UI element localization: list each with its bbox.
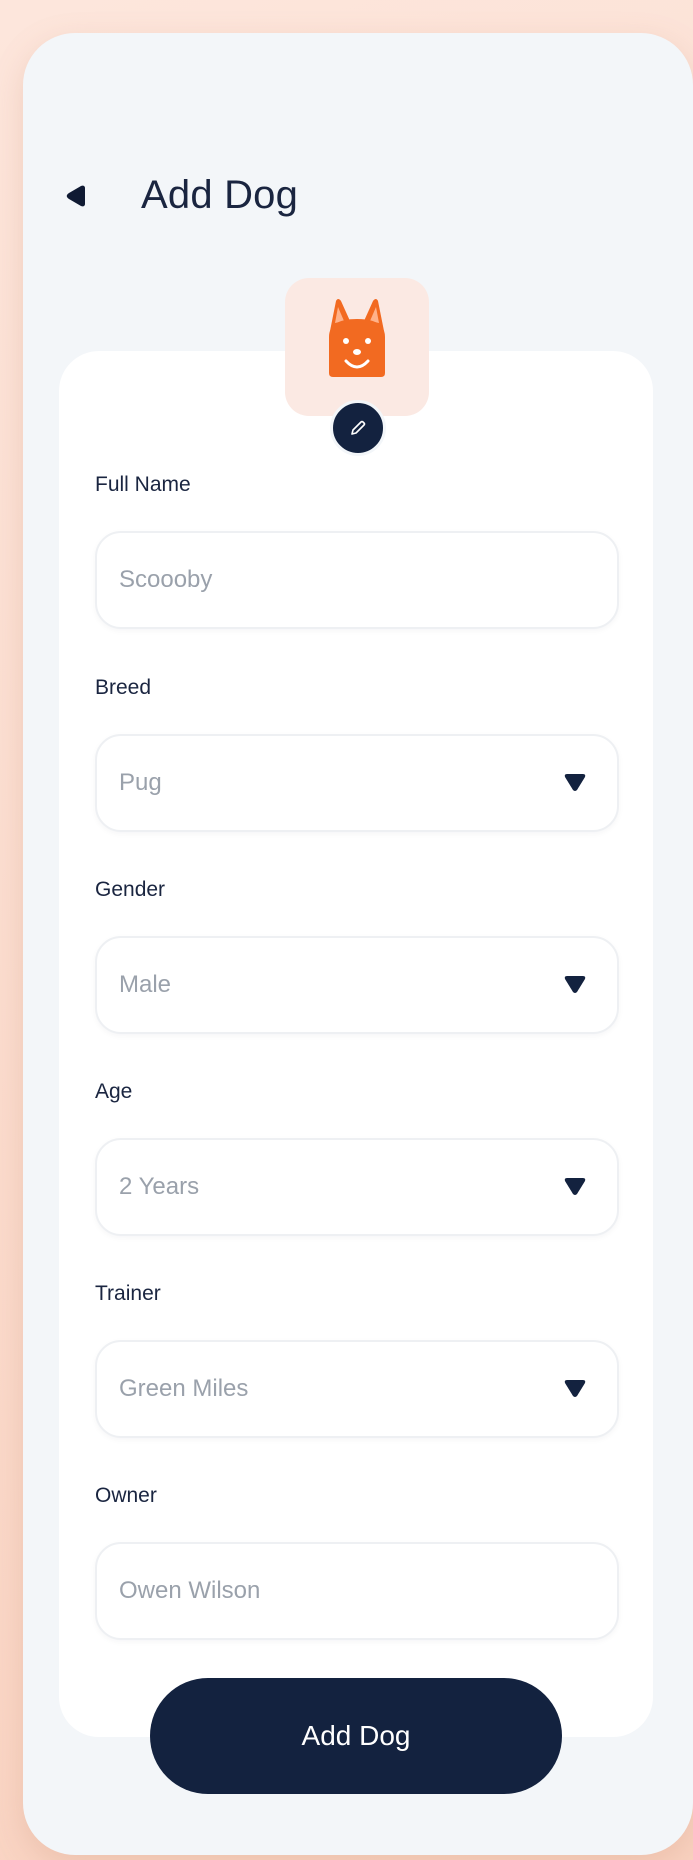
page-title: Add Dog [141, 173, 299, 217]
back-button[interactable] [65, 185, 87, 207]
owner-value: Owen Wilson [119, 1577, 261, 1604]
gender-label: Gender [95, 878, 166, 901]
full-name-input[interactable]: Scoooby [95, 531, 619, 629]
age-label: Age [95, 1080, 133, 1103]
age-select[interactable]: 2 Years [95, 1138, 619, 1236]
full-name-value: Scoooby [119, 566, 213, 593]
caret-down-icon [564, 976, 586, 993]
caret-down-icon [564, 1380, 586, 1397]
app-screen: Add Dog Full Name Scoooby Breed Pug Gend… [23, 33, 693, 1855]
caret-down-icon [564, 1178, 586, 1195]
caret-down-icon [564, 774, 586, 791]
back-arrow-icon [66, 185, 85, 207]
breed-value: Pug [119, 769, 162, 796]
edit-avatar-button[interactable] [330, 400, 386, 456]
add-dog-button[interactable]: Add Dog [150, 1678, 562, 1794]
trainer-select[interactable]: Green Miles [95, 1340, 619, 1438]
dog-face-icon [329, 299, 385, 377]
breed-select[interactable]: Pug [95, 734, 619, 832]
owner-label: Owner [95, 1484, 157, 1507]
full-name-label: Full Name [95, 473, 191, 496]
dog-avatar[interactable] [285, 278, 429, 416]
trainer-label: Trainer [95, 1282, 161, 1305]
header: Add Dog [23, 161, 693, 231]
pencil-icon [351, 420, 366, 435]
owner-input[interactable]: Owen Wilson [95, 1542, 619, 1640]
gender-value: Male [119, 971, 172, 998]
gender-select[interactable]: Male [95, 936, 619, 1034]
breed-label: Breed [95, 676, 152, 699]
trainer-value: Green Miles [119, 1375, 249, 1402]
age-value: 2 Years [119, 1173, 200, 1200]
